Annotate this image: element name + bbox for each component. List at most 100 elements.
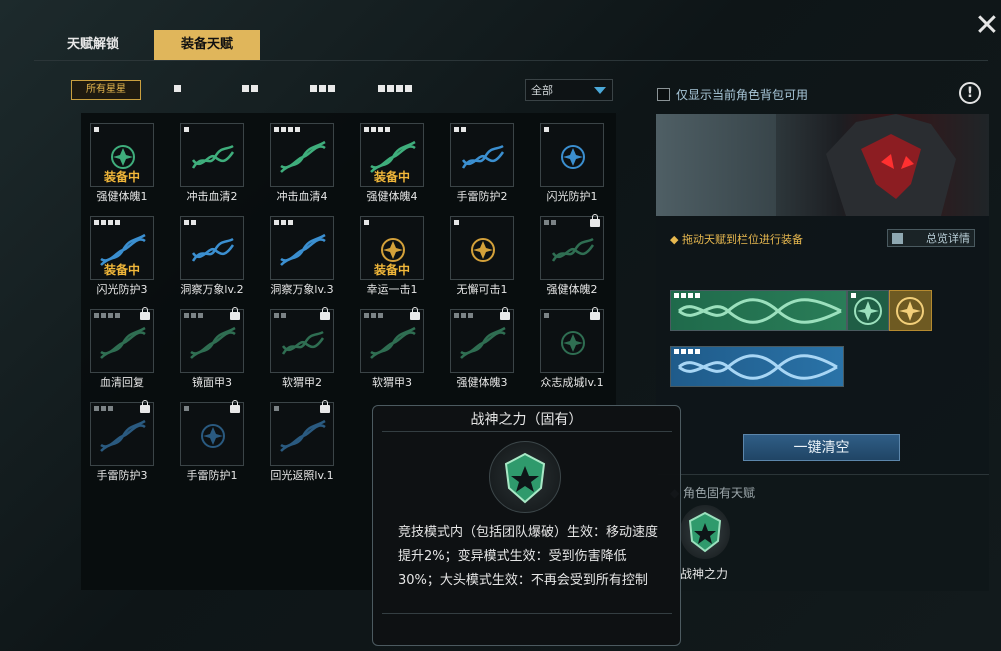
dna-icon — [191, 237, 235, 262]
talent-card[interactable]: 装备中 — [360, 123, 424, 187]
clear-all-button[interactable]: 一键清空 — [743, 434, 900, 461]
talent-card[interactable] — [180, 123, 244, 187]
talent-name: 冲击血清2 — [186, 190, 238, 203]
equipped-slot-dna-blue[interactable] — [670, 346, 844, 387]
filter-all-ranks-button[interactable]: 所有星星 — [71, 80, 141, 100]
equipped-slot-emblem-gold[interactable] — [889, 290, 932, 331]
talent-card[interactable] — [450, 123, 514, 187]
rank-pips — [184, 127, 189, 132]
dna-icon — [280, 140, 326, 173]
tooltip-description: 竞技模式内（包括团队爆破）生效：移动速度提升2%；变异模式生效：受到伤害降低30… — [398, 525, 659, 588]
talent-name: 强健体魄1 — [96, 190, 148, 203]
talent-card[interactable] — [90, 400, 154, 466]
rank-pips — [454, 220, 459, 225]
dna-icon — [551, 237, 595, 262]
rank-pips — [364, 313, 383, 318]
talent-name: 洞察万象lv.2 — [180, 283, 244, 296]
talent-name: 手雷防护1 — [186, 469, 238, 482]
rank-pips — [454, 127, 466, 132]
filter-rank-3-button[interactable] — [310, 85, 335, 92]
category-dropdown[interactable]: 全部 — [525, 79, 613, 101]
talent-name: 众志成城lv.1 — [540, 376, 604, 389]
equipped-slot-emblem-green[interactable] — [847, 290, 889, 331]
shield-star-icon — [489, 441, 561, 513]
talent-card[interactable] — [180, 216, 244, 280]
tab-equip-talent[interactable]: 装备天赋 — [154, 30, 260, 60]
help-icon[interactable]: ! — [959, 82, 981, 104]
rank-pips — [274, 313, 286, 318]
rank-pips — [544, 313, 549, 318]
talent-name: 闪光防护1 — [546, 190, 598, 203]
divider — [382, 431, 672, 432]
divider — [382, 613, 672, 614]
talent-card[interactable] — [90, 307, 154, 373]
dna-icon — [100, 326, 146, 359]
talent-card[interactable]: 装备中 — [90, 123, 154, 187]
rank-pips — [184, 220, 196, 225]
rank-pips — [94, 406, 113, 411]
filter-rank-1-button[interactable] — [174, 85, 181, 92]
lock-icon — [320, 307, 330, 320]
equipped-slot-dna-green[interactable] — [670, 290, 847, 331]
dna-icon — [370, 326, 416, 359]
dna-icon — [460, 326, 506, 359]
talent-name: 闪光防护3 — [96, 283, 148, 296]
talent-card[interactable]: 装备中 — [360, 216, 424, 280]
talent-name: 手雷防护2 — [456, 190, 508, 203]
lock-icon — [410, 307, 420, 320]
show-only-bag-checkbox[interactable] — [657, 88, 670, 101]
talent-name: 手雷防护3 — [96, 469, 148, 482]
talent-card[interactable] — [540, 214, 604, 280]
talent-card[interactable] — [360, 307, 424, 373]
dna-icon — [281, 330, 325, 355]
dna-icon — [280, 419, 326, 452]
rank-pips — [184, 313, 203, 318]
lock-icon — [320, 400, 330, 413]
talent-name: 强健体魄3 — [456, 376, 508, 389]
rank-pips — [544, 220, 556, 225]
emblem-icon — [854, 297, 882, 325]
talent-name: 软猬甲2 — [282, 376, 322, 389]
innate-talent-title: ◆ 角色固有天赋 — [670, 486, 756, 500]
talent-name: 强健体魄4 — [366, 190, 418, 203]
talent-card[interactable] — [450, 307, 514, 373]
lock-icon — [140, 307, 150, 320]
rank-pips — [184, 406, 189, 411]
rank-pips — [94, 313, 120, 318]
talent-card[interactable] — [270, 307, 334, 373]
filter-rank-2-button[interactable] — [242, 85, 258, 92]
overview-detail-button[interactable]: 总览详情 — [887, 229, 975, 247]
talent-name: 镜面甲3 — [192, 376, 232, 389]
chevron-down-icon — [594, 87, 606, 94]
talent-card[interactable] — [180, 307, 244, 373]
rank-pips — [94, 220, 120, 225]
emblem-icon — [561, 331, 585, 355]
emblem-icon — [201, 424, 225, 448]
talent-card[interactable] — [270, 216, 334, 280]
dropdown-value: 全部 — [531, 84, 553, 97]
rank-pips — [364, 127, 390, 132]
innate-talent-icon[interactable] — [680, 505, 730, 559]
talent-card[interactable] — [270, 123, 334, 187]
talent-card[interactable] — [540, 307, 604, 373]
talent-name: 回光返照lv.1 — [270, 469, 334, 482]
talent-card[interactable] — [180, 400, 244, 466]
talent-name: 冲击血清4 — [276, 190, 328, 203]
rank-pips — [454, 313, 473, 318]
talent-card[interactable] — [540, 123, 604, 187]
dna-icon — [678, 298, 842, 324]
close-icon[interactable]: ✕ — [973, 11, 1001, 41]
dna-icon — [100, 419, 146, 452]
talent-card[interactable] — [450, 216, 514, 280]
show-only-bag-label: 仅显示当前角色背包可用 — [676, 88, 809, 102]
tab-talent-unlock[interactable]: 天赋解锁 — [58, 30, 128, 60]
talent-name: 幸运一击1 — [366, 283, 418, 296]
lock-icon — [230, 307, 240, 320]
talent-card[interactable]: 装备中 — [90, 216, 154, 280]
talent-card[interactable] — [270, 400, 334, 466]
equipped-badge: 装备中 — [103, 170, 140, 184]
dna-icon — [461, 144, 505, 169]
dna-icon — [280, 233, 326, 266]
talent-name: 血清回复 — [100, 376, 144, 389]
filter-rank-4-button[interactable] — [378, 85, 412, 92]
